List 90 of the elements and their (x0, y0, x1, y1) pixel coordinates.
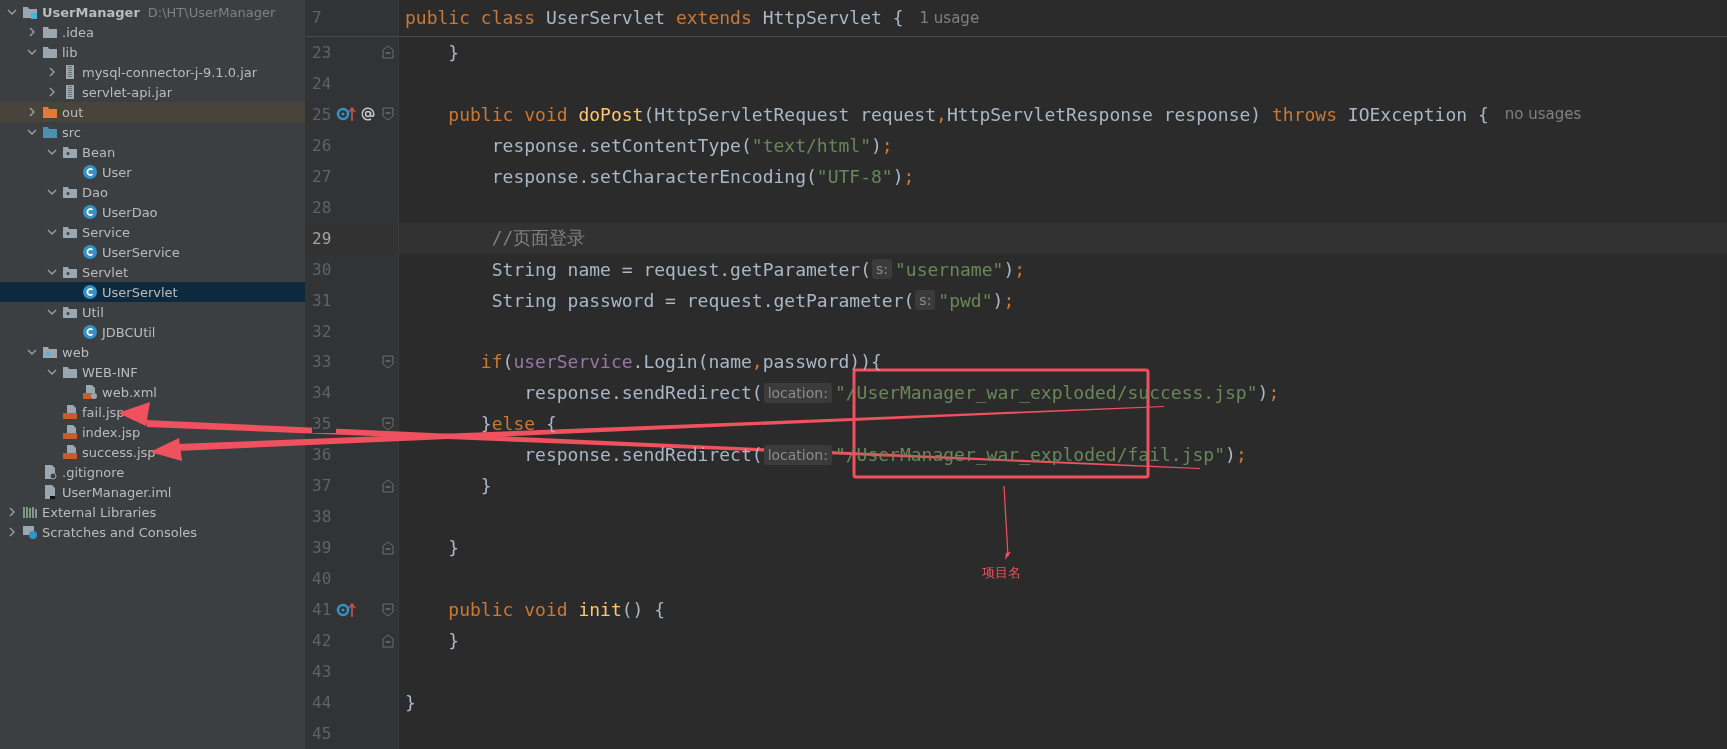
folder-icon (42, 104, 58, 120)
class-icon (82, 164, 98, 180)
tree-item[interactable]: web.xml (0, 382, 161, 402)
code-text: String name = request.getParameter( (491, 258, 871, 280)
override-icon[interactable] (336, 106, 358, 123)
jsp-file-icon (62, 424, 78, 440)
tree-item[interactable]: Service (0, 222, 135, 242)
parameter-hint: s: (872, 259, 892, 280)
tree-item[interactable]: UserServlet (0, 282, 305, 302)
tree-item[interactable]: success.jsp (0, 442, 160, 462)
tree-item[interactable]: Scratches and Consoles (0, 522, 202, 542)
class-icon (82, 244, 98, 260)
tree-item[interactable]: External Libraries (0, 502, 161, 522)
fold-icon[interactable] (382, 416, 394, 431)
code-text: } (405, 691, 416, 713)
folder-icon (62, 364, 78, 380)
usage-hint[interactable]: no usages (1504, 105, 1582, 124)
fold-icon[interactable] (382, 478, 394, 493)
tree-item[interactable]: fail.jsp (0, 402, 129, 422)
jsp-file-icon (62, 444, 78, 460)
class-icon (82, 284, 98, 300)
override-icon[interactable] (336, 601, 358, 618)
annotation-label: 项目名 (982, 564, 1021, 582)
fold-icon[interactable] (382, 107, 394, 122)
tree-item[interactable]: lib (0, 42, 82, 62)
tree-item[interactable]: index.jsp (0, 422, 145, 442)
tree-item[interactable]: src (0, 122, 85, 142)
tree-item[interactable]: Servlet (0, 262, 132, 282)
tree-item[interactable]: web (0, 342, 93, 362)
class-icon (82, 204, 98, 220)
code-text: response.sendRedirect( (524, 444, 763, 466)
tree-item[interactable]: UserDao (0, 202, 162, 222)
at-sign-icon[interactable] (360, 106, 376, 123)
package-folder-icon (62, 184, 78, 200)
code-text: public void init() { (448, 599, 666, 621)
tree-item[interactable]: mysql-connector-j-9.1.0.jar (0, 62, 262, 82)
tree-item[interactable]: UserManager D:\HT\UserManager (0, 2, 280, 22)
package-folder-icon (62, 304, 78, 320)
folder-icon (42, 24, 58, 40)
folder-icon (42, 124, 58, 140)
code-text: if(userService.Login(name,password)){ (480, 351, 882, 373)
code-text: }else { (480, 413, 557, 435)
code-text: response.setContentType("text/html"); (491, 134, 893, 156)
tree-item[interactable]: UserManager.iml (0, 482, 176, 502)
tree-item[interactable]: out (0, 102, 305, 122)
module-folder-icon (22, 4, 38, 20)
code-text: public class UserServlet extends HttpServlet { (405, 7, 904, 29)
fold-icon[interactable] (382, 45, 394, 60)
libraries-icon (22, 504, 38, 520)
code-text: response.sendRedirect( (524, 382, 763, 404)
code-text: public void doPost(HttpServletRequest request,HttpServletResponse response) throws IOException { (448, 103, 1489, 125)
tree-item[interactable]: Bean (0, 142, 120, 162)
tree-item[interactable]: User (0, 162, 136, 182)
web-folder-icon (42, 344, 58, 360)
fold-icon[interactable] (382, 354, 394, 369)
code-text: } (448, 41, 460, 63)
parameter-hint: location: (763, 382, 832, 403)
tree-item[interactable]: servlet-api.jar (0, 82, 177, 102)
code-text: //页面登录 (491, 226, 586, 251)
tree-item[interactable]: Util (0, 302, 108, 322)
tree-item[interactable]: WEB-INF (0, 362, 142, 382)
fold-icon[interactable] (382, 633, 394, 648)
fold-icon[interactable] (382, 602, 394, 617)
code-text: } (448, 537, 460, 559)
tree-item[interactable]: Dao (0, 182, 112, 202)
tree-item[interactable]: .gitignore (0, 462, 129, 482)
class-icon (82, 324, 98, 340)
folder-icon (42, 44, 58, 60)
xml-file-icon (82, 384, 98, 400)
code-text: } (448, 630, 460, 652)
code-text: "pwd"); (938, 289, 1015, 311)
parameter-hint: s: (915, 290, 936, 311)
tree-item[interactable]: UserService (0, 242, 184, 262)
project-path: D:\HT\UserManager (147, 4, 276, 20)
scratches-icon (22, 524, 38, 540)
code-text: "username"); (895, 258, 1026, 280)
package-folder-icon (62, 224, 78, 240)
code-text: response.setCharacterEncoding("UTF-8"); (491, 165, 915, 187)
package-folder-icon (62, 264, 78, 280)
package-folder-icon (62, 144, 78, 160)
code-text: String password = request.getParameter( (491, 289, 915, 311)
parameter-hint: location: (763, 444, 832, 465)
tree-item[interactable]: JDBCUtil (0, 322, 160, 342)
fold-icon[interactable] (382, 540, 394, 555)
ignore-file-icon (42, 464, 58, 480)
code-text: } (480, 475, 492, 497)
file-icon (42, 484, 58, 500)
usage-hint[interactable]: 1 usage (919, 8, 980, 27)
tree-item[interactable]: .idea (0, 22, 98, 42)
jsp-file-icon (62, 404, 78, 420)
